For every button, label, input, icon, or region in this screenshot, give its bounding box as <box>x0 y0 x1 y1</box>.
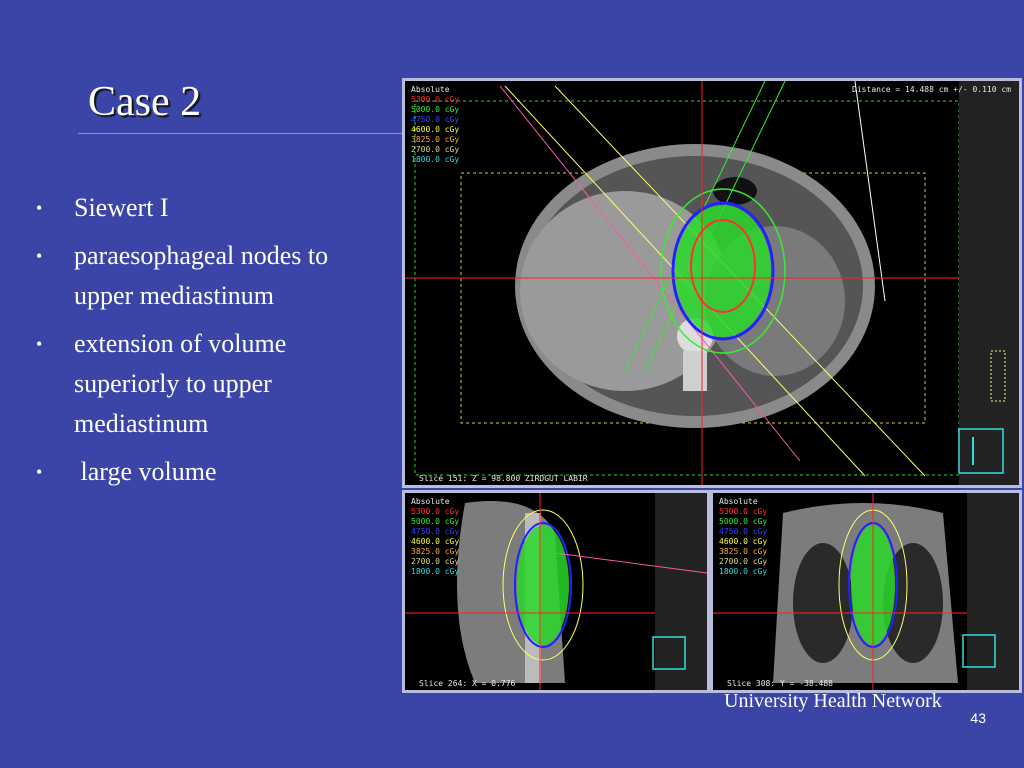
legend-entry: 5300.0 cGy <box>411 507 460 516</box>
legend-entry: 5000.0 cGy <box>411 517 460 526</box>
distance-readout: Distance = 14.488 cm +/- 0.110 cm <box>852 85 1011 94</box>
legend-entry: 1800.0 cGy <box>411 155 460 164</box>
slice-status: Slice 151: Z = 98.800 ZIRDGUT LABIR <box>419 474 588 483</box>
bullet-item: • Siewert I <box>36 188 386 228</box>
bullet-item: • paraesophageal nodes to upper mediastin… <box>36 236 386 316</box>
title-divider <box>78 133 404 134</box>
slice-status: Slice 264: X = 0.776 <box>419 679 516 688</box>
legend-entry: 3825.0 cGy <box>411 135 460 144</box>
legend-entry: 4750.0 cGy <box>411 527 460 536</box>
legend-title: Absolute <box>411 497 450 506</box>
bullet-dot-icon: • <box>36 334 43 354</box>
legend-entry: 5000.0 cGy <box>719 517 768 526</box>
legend-entry: 2700.0 cGy <box>719 557 768 566</box>
bullet-item: • extension of volume superiorly to upper… <box>36 324 386 444</box>
bullet-dot-icon: • <box>36 246 43 266</box>
legend-title: Absolute <box>719 497 758 506</box>
legend-entry: 5300.0 cGy <box>719 507 768 516</box>
footer-organization: University Health Network <box>724 690 942 712</box>
legend-entry: 2700.0 cGy <box>411 557 460 566</box>
slice-status: Slice 308: Y = -38.488 <box>727 679 833 688</box>
legend-entry: 4600.0 cGy <box>411 537 460 546</box>
dose-legend: Absolute 5300.0 cGy 5000.0 cGy 4750.0 cG… <box>411 497 459 577</box>
bullet-list: • Siewert I • paraesophageal nodes to uppe… <box>36 188 386 500</box>
legend-entry: 1800.0 cGy <box>411 567 460 576</box>
legend-entry: 2700.0 cGy <box>411 145 460 154</box>
dose-legend: Absolute 5300.0 cGy 5000.0 cGy 4750.0 cG… <box>411 85 459 165</box>
axial-ct-image <box>405 81 1019 485</box>
bullet-text: large volume <box>74 457 217 486</box>
coronal-ct-view[interactable]: Absolute 5300.0 cGy 5000.0 cGy 4750.0 cG… <box>710 490 1022 693</box>
legend-title: Absolute <box>411 85 450 94</box>
bullet-text: Siewert I <box>74 193 169 222</box>
legend-entry: 5300.0 cGy <box>411 95 460 104</box>
axial-ct-view[interactable]: Absolute 5300.0 cGy 5000.0 cGy 4750.0 cG… <box>402 78 1022 488</box>
legend-entry: 4750.0 cGy <box>411 115 460 124</box>
legend-entry: 4600.0 cGy <box>411 125 460 134</box>
bullet-dot-icon: • <box>36 462 43 482</box>
legend-entry: 3825.0 cGy <box>411 547 460 556</box>
sagittal-ct-view[interactable]: Absolute 5300.0 cGy 5000.0 cGy 4750.0 cG… <box>402 490 710 693</box>
bullet-text: extension of volume superiorly to upper … <box>74 329 287 438</box>
dose-legend: Absolute 5300.0 cGy 5000.0 cGy 4750.0 cG… <box>719 497 767 577</box>
slide-title: Case 2 <box>88 79 202 125</box>
legend-entry: 4600.0 cGy <box>719 537 768 546</box>
legend-entry: 1800.0 cGy <box>719 567 768 576</box>
legend-entry: 4750.0 cGy <box>719 527 768 536</box>
legend-entry: 3825.0 cGy <box>719 547 768 556</box>
bullet-item: • large volume <box>36 452 386 492</box>
bullet-text: paraesophageal nodes to upper mediastinu… <box>74 241 329 310</box>
page-number: 43 <box>970 710 986 726</box>
bullet-dot-icon: • <box>36 198 43 218</box>
legend-entry: 5000.0 cGy <box>411 105 460 114</box>
